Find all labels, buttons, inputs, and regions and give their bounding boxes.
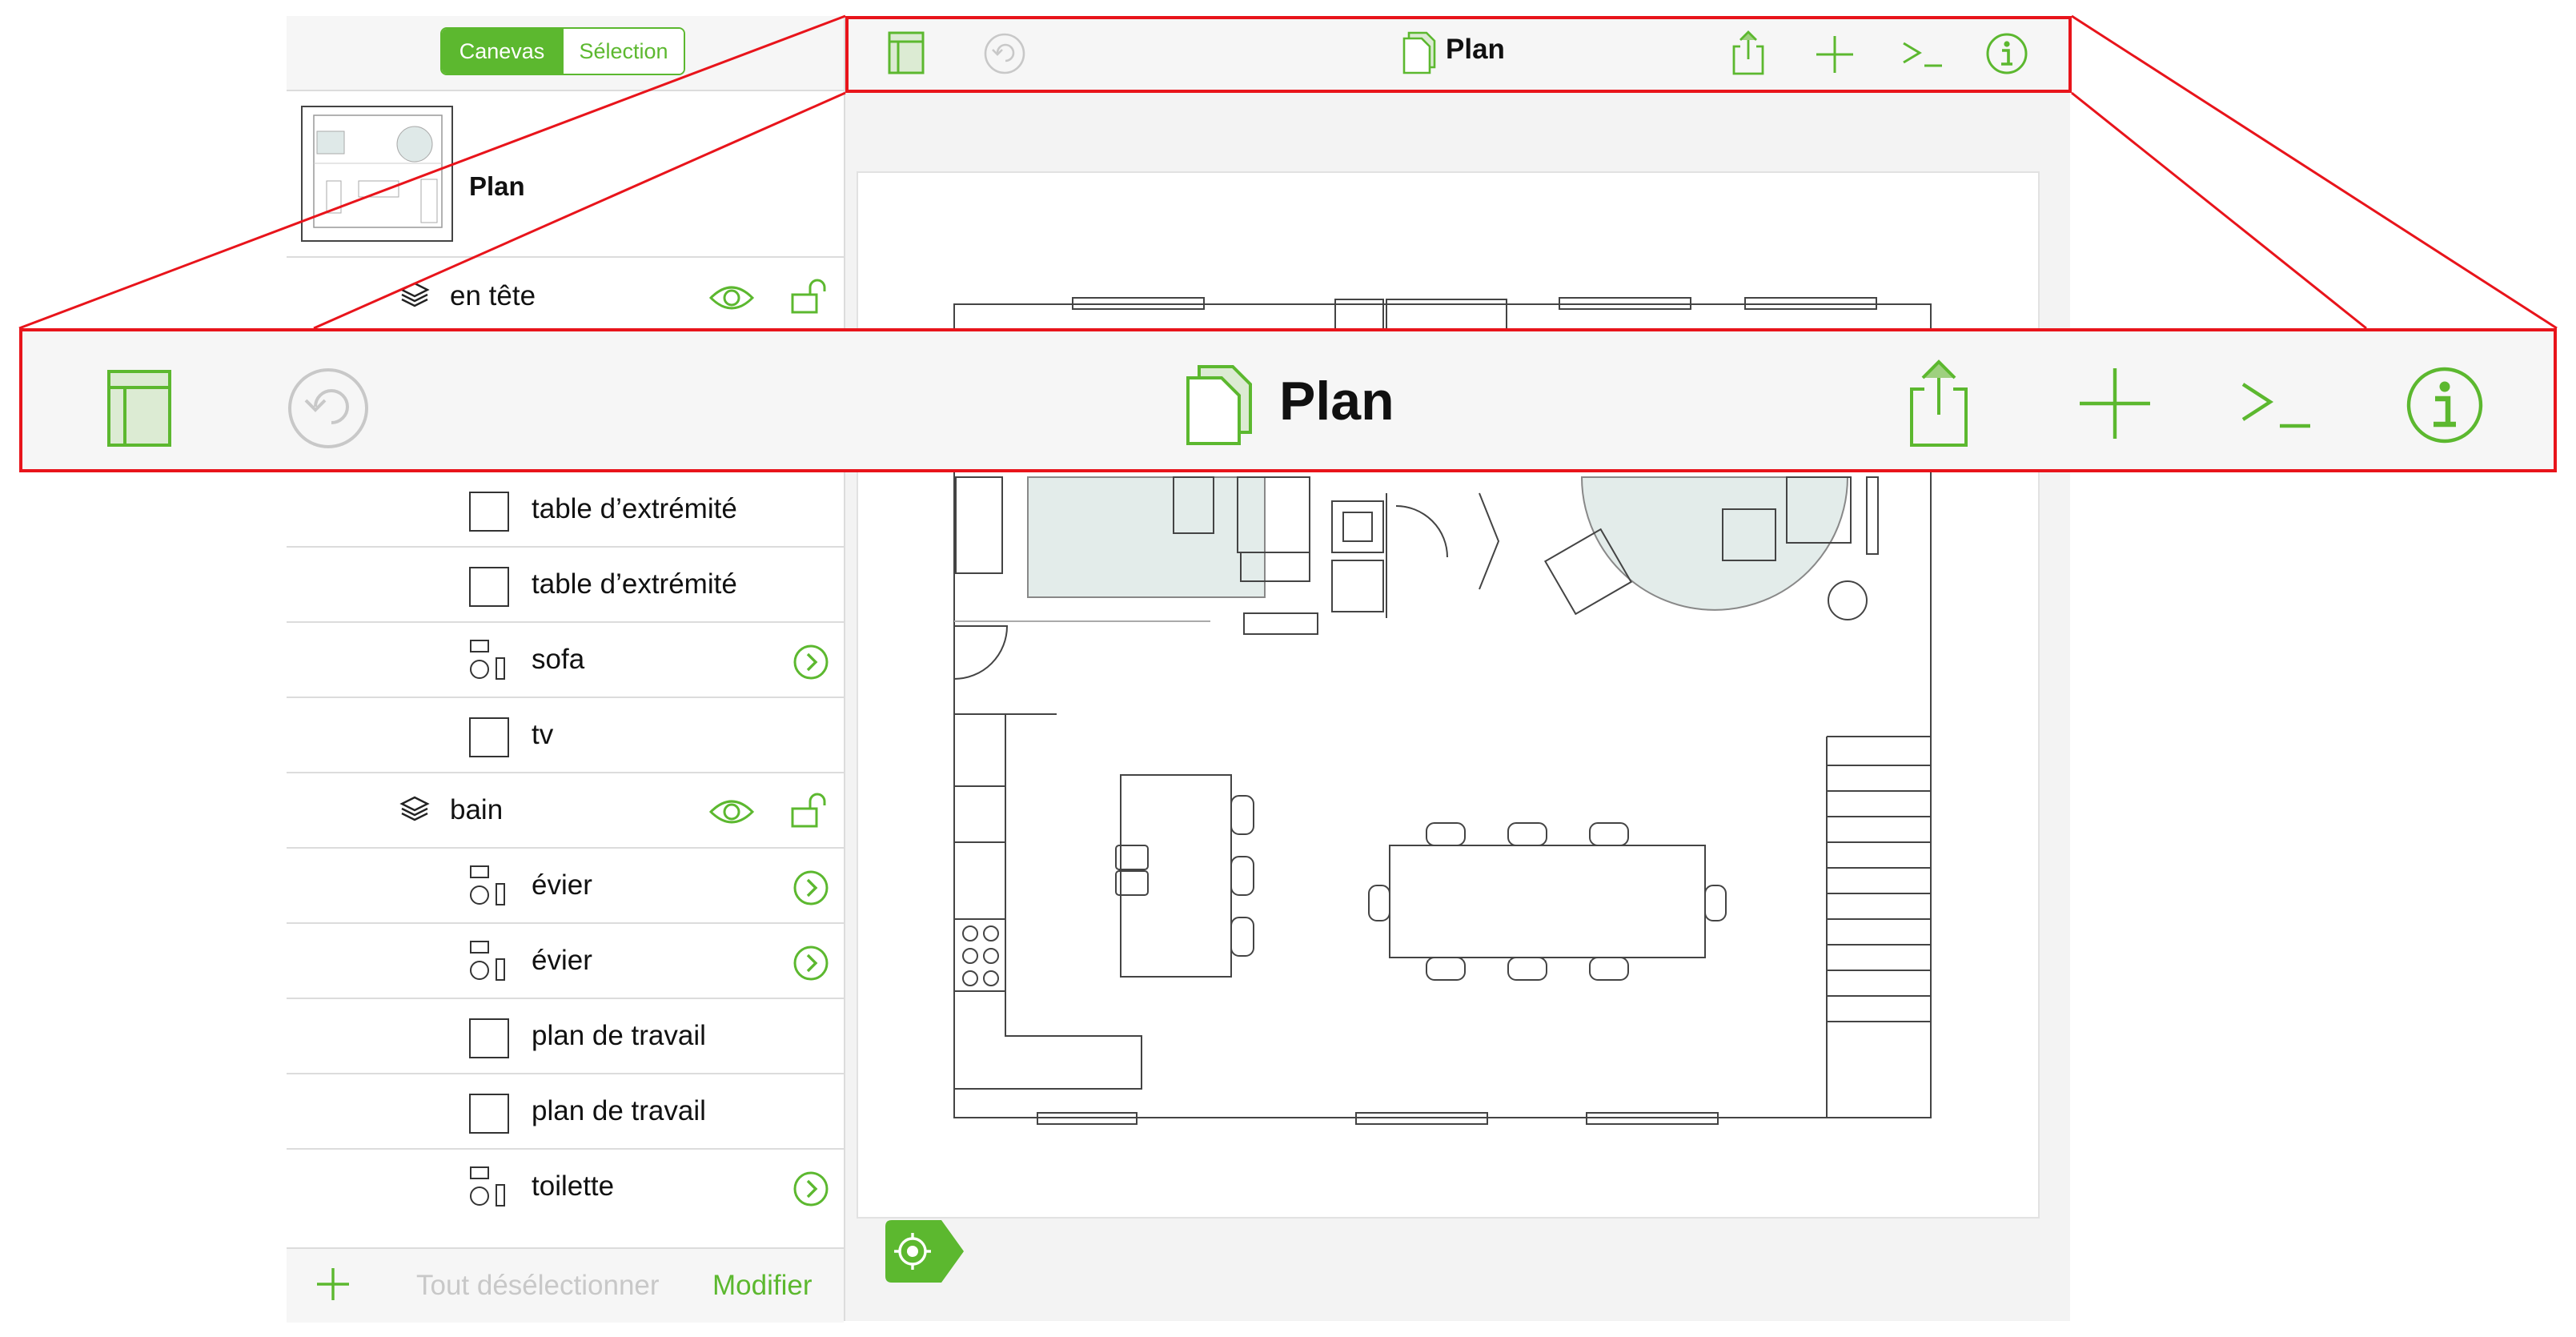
shape-square-icon — [469, 1018, 509, 1058]
shape-row[interactable]: plan de travail — [287, 1074, 844, 1150]
shape-row[interactable]: plan de travail — [287, 999, 844, 1074]
unlocked-padlock-icon[interactable] — [789, 277, 831, 319]
document-title: Plan — [1279, 371, 1394, 432]
shape-square-icon — [469, 1094, 509, 1134]
group-label: évier — [532, 869, 592, 901]
view-segmented-control[interactable]: Canevas Sélection — [440, 27, 685, 75]
group-shapes-icon — [466, 863, 511, 915]
shape-row[interactable]: table d’extrémité — [287, 472, 844, 548]
console-icon[interactable] — [2238, 378, 2315, 436]
chevron-right-circle-icon[interactable] — [792, 869, 829, 910]
shape-row[interactable]: table d’extrémité — [287, 548, 844, 623]
group-shapes-icon — [466, 637, 511, 689]
shape-square-icon — [469, 717, 509, 757]
group-row-toilette[interactable]: toilette — [287, 1150, 844, 1247]
layer-row-bain[interactable]: bain — [287, 773, 844, 849]
canvas-thumbnail — [301, 106, 453, 242]
sidebar-header: Canevas Sélection — [287, 16, 844, 91]
visibility-eye-icon[interactable] — [708, 282, 756, 318]
visibility-eye-icon[interactable] — [708, 796, 756, 832]
callout-source-highlight — [845, 16, 2072, 93]
edit-button[interactable]: Modifier — [712, 1270, 812, 1302]
group-shapes-icon — [466, 1164, 511, 1216]
shape-label: table d’extrémité — [532, 493, 737, 524]
sidebar: Canevas Sélection Plan en tête table d’e… — [287, 16, 845, 1323]
add-icon[interactable] — [2076, 365, 2153, 446]
shape-square-icon — [469, 567, 509, 607]
location-target-icon[interactable] — [882, 1217, 969, 1290]
group-shapes-icon — [466, 938, 511, 990]
shape-label: plan de travail — [532, 1095, 706, 1126]
segment-selection[interactable]: Sélection — [562, 29, 684, 74]
group-row-sofa[interactable]: sofa — [287, 623, 844, 698]
group-label: toilette — [532, 1170, 615, 1202]
layer-label: bain — [450, 794, 504, 825]
share-icon[interactable] — [1905, 355, 1972, 456]
canvas-area[interactable] — [845, 91, 2070, 1321]
undo-icon[interactable] — [287, 367, 370, 454]
zoomed-toolbar-callout: Plan — [19, 328, 2557, 472]
group-label: sofa — [532, 644, 585, 675]
add-item-icon[interactable] — [314, 1265, 352, 1307]
group-row-evier[interactable]: évier — [287, 849, 844, 924]
info-icon[interactable] — [2405, 365, 2485, 449]
layer-label: en tête — [450, 280, 536, 311]
canvas-name: Plan — [469, 171, 525, 201]
deselect-all-button[interactable]: Tout désélectionner — [416, 1270, 660, 1302]
canvas-row[interactable]: Plan — [287, 91, 844, 258]
shape-label: table d’extrémité — [532, 568, 737, 600]
chevron-right-circle-icon[interactable] — [792, 945, 829, 986]
sidebar-icon[interactable] — [106, 368, 173, 452]
unlocked-padlock-icon[interactable] — [789, 791, 831, 833]
shape-label: plan de travail — [532, 1020, 706, 1051]
layers-icon — [399, 279, 431, 315]
shape-square-icon — [469, 492, 509, 532]
group-label: évier — [532, 945, 592, 976]
layers-icon — [399, 793, 431, 829]
chevron-right-circle-icon[interactable] — [792, 1170, 829, 1211]
shape-row[interactable]: tv — [287, 698, 844, 773]
shape-label: tv — [532, 719, 554, 750]
group-row-evier[interactable]: évier — [287, 924, 844, 999]
chevron-right-circle-icon[interactable] — [792, 644, 829, 685]
sidebar-footer: Tout désélectionner Modifier — [287, 1247, 844, 1323]
segment-canvas[interactable]: Canevas — [442, 29, 562, 74]
document-icon — [1183, 363, 1255, 451]
